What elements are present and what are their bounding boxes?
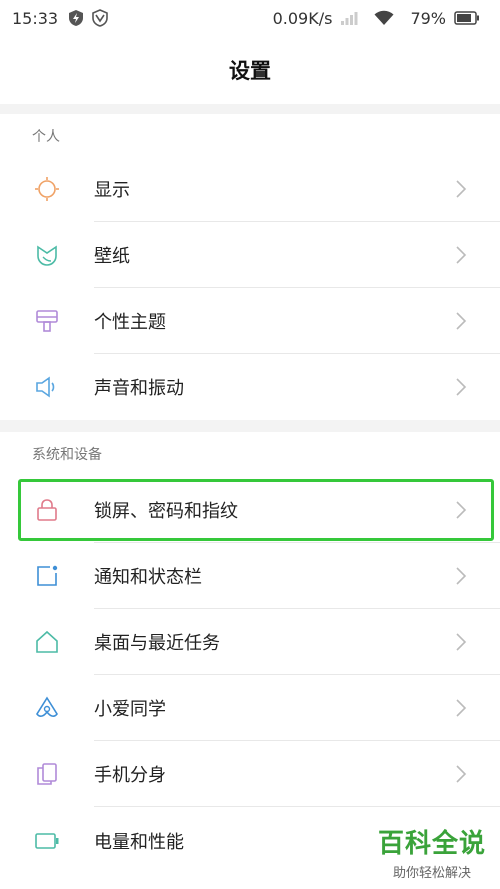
wifi-icon xyxy=(374,10,394,26)
section-header-system: 系统和设备 xyxy=(32,447,102,463)
settings-item-label: 桌面与最近任务 xyxy=(94,633,220,654)
settings-item-notifications[interactable]: 通知和状态栏 xyxy=(0,543,500,609)
brightness-icon xyxy=(34,176,60,202)
section-gap xyxy=(0,420,500,432)
status-right: 0.09K/s 79% xyxy=(273,9,488,28)
chevron-right-icon xyxy=(456,633,467,651)
settings-item-lockscreen[interactable]: 锁屏、密码和指纹 xyxy=(0,477,500,543)
settings-item-label: 电量和性能 xyxy=(94,832,184,853)
chevron-right-icon xyxy=(456,501,467,519)
battery-status-icon xyxy=(454,11,480,25)
chevron-right-icon xyxy=(456,246,467,264)
status-time: 15:33 xyxy=(12,8,59,28)
settings-item-xiaoai[interactable]: 小爱同学 xyxy=(0,675,500,741)
page-title: 设置 xyxy=(229,59,271,83)
section-gap xyxy=(0,104,500,114)
section-header-personal: 个人 xyxy=(32,129,60,145)
vpn-shield-icon xyxy=(92,9,108,27)
shield-bolt-icon xyxy=(68,9,84,27)
tulip-icon xyxy=(34,242,60,268)
settings-item-home-screen[interactable]: 桌面与最近任务 xyxy=(0,609,500,675)
signal-icon xyxy=(340,11,358,25)
lock-icon xyxy=(34,497,60,523)
network-speed: 0.09K/s xyxy=(272,8,333,28)
battery-percentage: 79% xyxy=(410,8,446,28)
chevron-right-icon xyxy=(456,312,467,330)
chevron-right-icon xyxy=(456,765,467,783)
assistant-icon xyxy=(34,695,60,721)
chevron-right-icon xyxy=(456,180,467,198)
settings-item-label: 锁屏、密码和指纹 xyxy=(94,501,238,522)
settings-item-label: 壁纸 xyxy=(94,246,130,267)
watermark-title: 百科全说 xyxy=(377,829,486,859)
battery-icon xyxy=(34,828,60,854)
settings-item-sound[interactable]: 声音和振动 xyxy=(0,354,500,420)
watermark: 百科全说 助你轻松解决 xyxy=(378,823,486,881)
settings-item-label: 显示 xyxy=(94,180,130,201)
settings-item-display[interactable]: 显示 xyxy=(0,156,500,222)
home-icon xyxy=(34,629,60,655)
dual-phone-icon xyxy=(34,761,60,787)
notification-icon xyxy=(34,563,60,589)
divider xyxy=(94,806,500,807)
settings-item-label: 通知和状态栏 xyxy=(94,567,202,588)
chevron-right-icon xyxy=(456,378,467,396)
settings-item-label: 个性主题 xyxy=(94,312,166,333)
settings-item-label: 小爱同学 xyxy=(94,699,166,720)
settings-item-themes[interactable]: 个性主题 xyxy=(0,288,500,354)
status-bar: 15:33 0.09K/s 79% xyxy=(0,0,500,36)
watermark-subtitle: 助你轻松解决 xyxy=(392,866,471,881)
speaker-icon xyxy=(34,374,60,400)
settings-item-second-space[interactable]: 手机分身 xyxy=(0,741,500,807)
paint-roller-icon xyxy=(34,308,60,334)
settings-item-wallpaper[interactable]: 壁纸 xyxy=(0,222,500,288)
settings-item-label: 声音和振动 xyxy=(94,378,184,399)
chevron-right-icon xyxy=(456,567,467,585)
title-bar: 设置 xyxy=(0,36,500,104)
chevron-right-icon xyxy=(456,699,467,717)
settings-item-label: 手机分身 xyxy=(94,765,166,786)
